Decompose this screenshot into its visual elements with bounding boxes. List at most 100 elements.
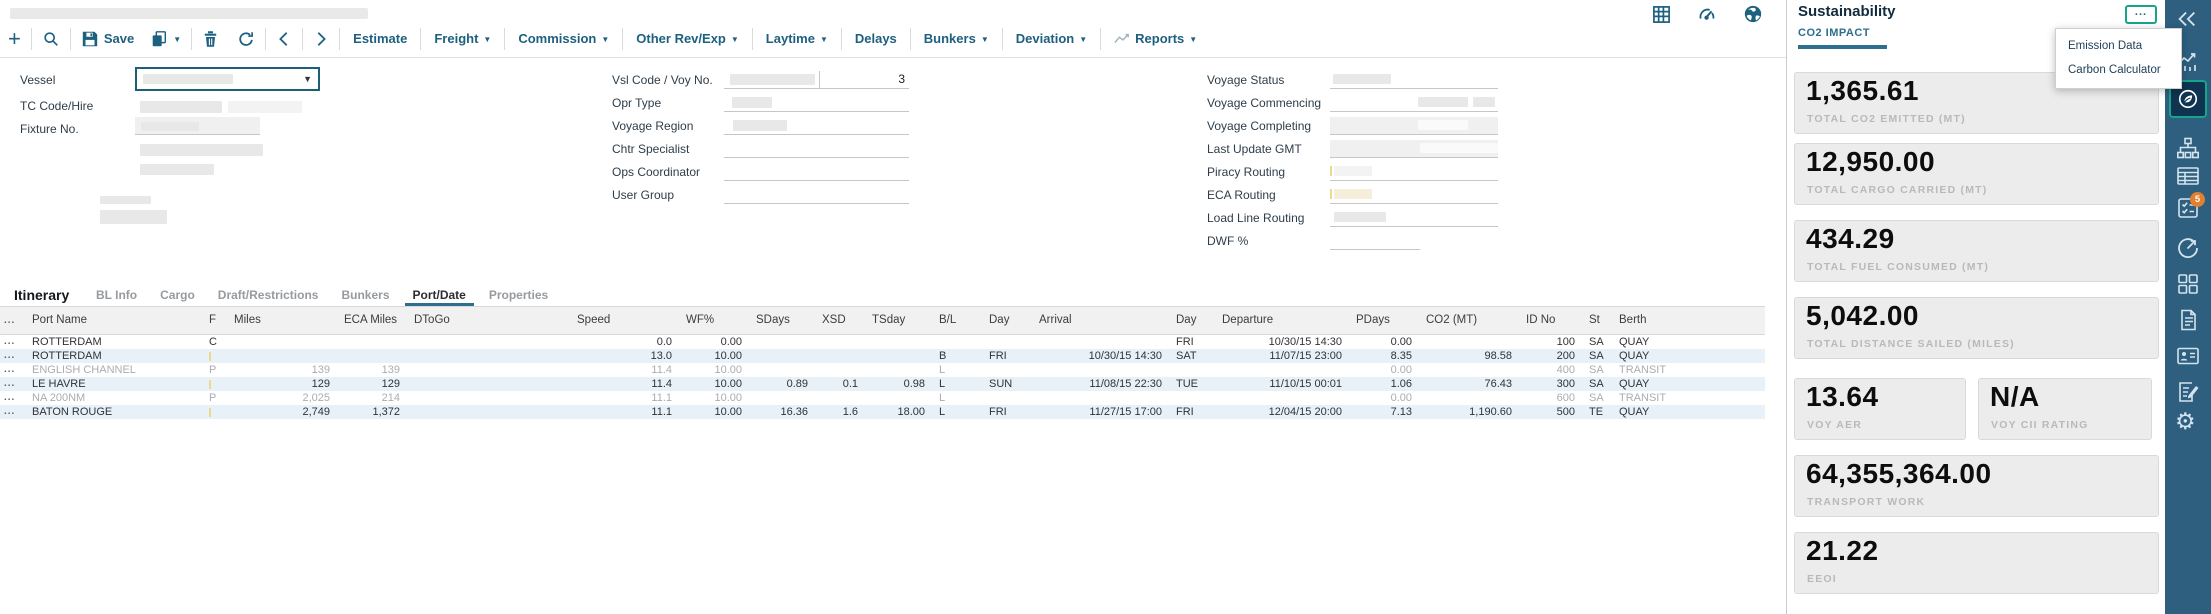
caret-down-icon: ▼ [731,35,739,45]
modified-tick [209,408,211,417]
voyage-region-field[interactable] [724,117,909,135]
opr-type-field[interactable] [724,94,909,112]
row-menu-button[interactable]: ... [0,377,28,391]
vessel-combobox[interactable]: ▼ [135,67,320,91]
piracy-routing-field[interactable] [1330,163,1498,181]
voyage-status-field[interactable] [1330,71,1498,89]
document-icon[interactable] [2176,308,2200,332]
tc-code-field[interactable] [140,101,222,113]
metric-voy-aer: 13.64 VOY AER [1794,378,1966,440]
ops-coordinator-label: Ops Coordinator [612,165,700,179]
eca-routing-field[interactable] [1330,186,1498,204]
table-row[interactable]: ... ROTTERDAM 13.0 10.00 BFRI 10/30/15 1… [0,349,1765,363]
table-row[interactable]: ... ROTTERDAMC 0.0 0.00 FRI 10/30/15 14:… [0,335,1765,349]
caret-down-icon: ▼ [1189,35,1197,45]
last-update-gmt-label: Last Update GMT [1207,142,1302,156]
dwf-label: DWF % [1207,234,1248,248]
row-menu-button[interactable]: ... [0,405,28,419]
voyage-region-label: Voyage Region [612,119,693,133]
dwf-field[interactable] [1330,232,1420,250]
menu-delays[interactable]: Delays [852,31,900,46]
refresh-button[interactable] [237,30,255,48]
menu-laytime[interactable]: Laytime▼ [763,31,831,46]
delete-button[interactable] [202,30,219,48]
right-icon-rail: 5 ⚙ [2165,0,2211,614]
titlebar [0,0,1786,20]
caret-down-icon: ▼ [820,35,828,45]
vessel-label: Vessel [20,73,55,87]
voyage-completing-field[interactable] [1330,117,1498,135]
table-view-icon[interactable] [2176,164,2200,188]
ops-coordinator-field[interactable] [724,163,909,181]
menu-estimate[interactable]: Estimate [350,31,410,46]
add-button[interactable]: + [8,29,21,49]
menu-bunkers[interactable]: Bunkers▼ [921,31,992,46]
tab-bl-info[interactable]: BL Info [88,285,145,306]
task-count-badge: 5 [2190,192,2205,207]
itinerary-header-row: ... Port NameF MilesECA Miles DToGoSpeed… [0,306,1765,335]
menu-other-rev-exp[interactable]: Other Rev/Exp▼ [633,31,742,46]
voyage-form: Vessel ▼ TC Code/Hire Fixture No. Vsl Co… [0,57,1786,285]
voyage-status-label: Voyage Status [1207,73,1284,87]
table-row[interactable]: ... LE HAVRE 129129 11.4 10.000.89 0.10.… [0,377,1765,391]
table-row[interactable]: ... ENGLISH CHANNELP 139139 11.4 10.00 L… [0,363,1765,377]
fixture-no-field[interactable] [135,117,260,135]
contact-card-icon[interactable] [2176,344,2200,368]
tab-properties[interactable]: Properties [481,285,556,306]
next-button[interactable] [313,30,329,48]
load-line-routing-field[interactable] [1330,209,1498,227]
table-row[interactable]: ... NA 200NMP 2,025214 11.1 10.00 L 0.00… [0,391,1765,405]
trend-icon [1114,33,1130,45]
hierarchy-icon[interactable] [2176,136,2200,160]
notes-edit-icon[interactable] [2176,380,2200,404]
settings-gear-icon[interactable]: ⚙ [2175,408,2196,435]
menu-item-carbon-calculator[interactable]: Carbon Calculator [2056,58,2181,82]
tab-co2-impact[interactable]: CO2 IMPACT [1798,27,1870,39]
caret-down-icon: ▼ [601,35,609,45]
row-menu-button[interactable]: ... [0,349,28,363]
row-menu-button[interactable]: ... [0,335,28,349]
row-menu-button[interactable]: ... [0,363,28,377]
menu-reports[interactable]: Reports▼ [1111,31,1200,46]
menu-item-emission-data[interactable]: Emission Data [2056,34,2181,58]
vsl-code-voy-no-field[interactable]: 3 [724,71,909,89]
active-tab-underline [1798,45,1887,49]
tc-code-hire-label: TC Code/Hire [20,99,93,113]
previous-button[interactable] [276,30,292,48]
user-group-label: User Group [612,188,674,202]
tab-draft-restrictions[interactable]: Draft/Restrictions [210,285,327,306]
redacted-field [140,144,263,156]
opr-type-label: Opr Type [612,96,661,110]
search-button[interactable] [42,30,60,48]
modified-tick [209,352,211,361]
last-update-gmt-field[interactable] [1330,140,1498,158]
layouts-icon[interactable] [2176,272,2200,296]
panel-title: Sustainability [1798,3,1896,20]
redacted-field [100,196,151,204]
tc-hire-field[interactable] [228,101,302,113]
gauge-dial-icon[interactable] [2176,236,2200,260]
voyage-commencing-field[interactable] [1330,94,1498,112]
user-group-field[interactable] [724,186,909,204]
sustainability-panel: Sustainability ... CO2 IMPACT 1,365.61 T… [1786,0,2165,614]
copy-button[interactable]: ▼ [150,30,181,48]
chtr-specialist-field[interactable] [724,140,909,158]
voyage-completing-label: Voyage Completing [1207,119,1311,133]
tab-cargo[interactable]: Cargo [152,285,203,306]
menu-commission[interactable]: Commission▼ [515,31,612,46]
metric-total-cargo-carried: 12,950.00 TOTAL CARGO CARRIED (MT) [1794,143,2159,205]
sustainability-menu: Emission Data Carbon Calculator [2055,28,2182,89]
save-button[interactable]: Save [81,30,134,48]
metric-transport-work: 64,355,364.00 TRANSPORT WORK [1794,455,2159,517]
table-row[interactable]: ... BATON ROUGE 2,7491,372 11.1 10.0016.… [0,405,1765,419]
eca-routing-label: ECA Routing [1207,188,1276,202]
tab-bunkers[interactable]: Bunkers [333,285,397,306]
tab-port-date[interactable]: Port/Date [405,285,474,306]
row-menu-button[interactable]: ... [0,391,28,405]
menu-freight[interactable]: Freight▼ [431,31,494,46]
metric-total-distance-sailed: 5,042.00 TOTAL DISTANCE SAILED (MILES) [1794,297,2159,359]
piracy-routing-label: Piracy Routing [1207,165,1285,179]
more-options-button[interactable]: ... [2125,5,2157,24]
copy-caret-icon: ▼ [173,35,181,45]
menu-deviation[interactable]: Deviation▼ [1013,31,1090,46]
